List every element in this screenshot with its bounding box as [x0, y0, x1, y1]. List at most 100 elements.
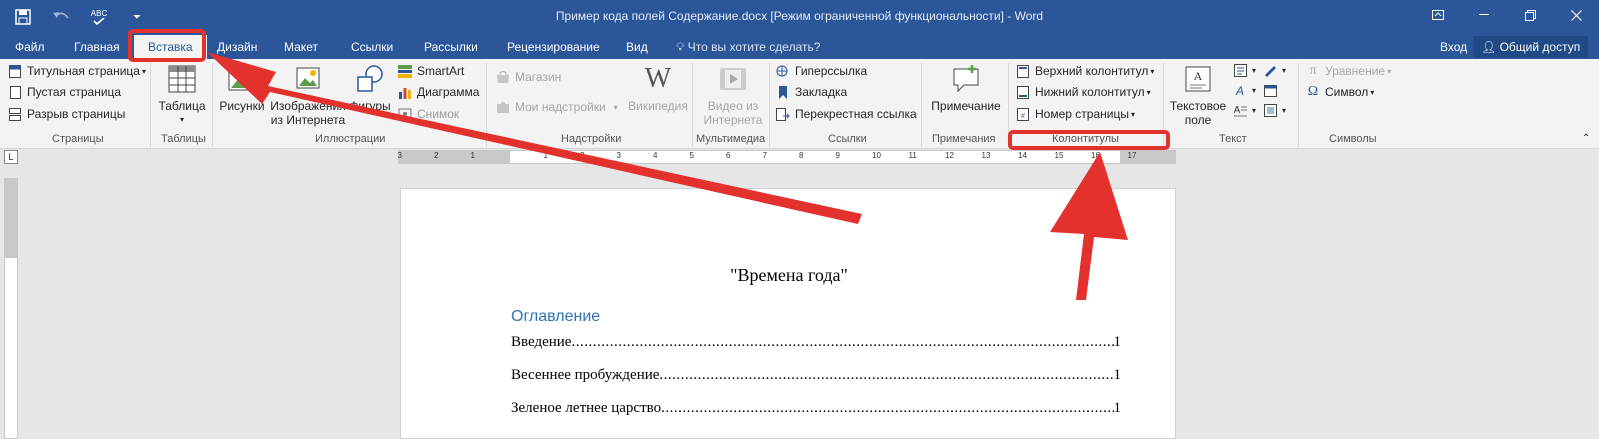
- cover-page-button[interactable]: Титульная страница ▾: [8, 64, 146, 78]
- bookmark-label: Закладка: [795, 85, 848, 99]
- footer-button[interactable]: Нижний колонтитул ▾: [1016, 85, 1151, 99]
- toc-entry[interactable]: Введение 1: [511, 334, 1121, 351]
- object-button[interactable]: ▾: [1263, 103, 1286, 117]
- footer-label: Нижний колонтитул: [1035, 85, 1145, 99]
- page-break-button[interactable]: Разрыв страницы: [8, 107, 125, 121]
- comment-button[interactable]: Примечание: [926, 63, 1006, 113]
- text-box-label-2: поле: [1184, 113, 1212, 127]
- tab-file[interactable]: Файл: [11, 37, 49, 59]
- document-page[interactable]: "Времена года" Оглавление Введение 1 Вес…: [400, 188, 1176, 439]
- shapes-button[interactable]: Фигуры: [346, 63, 394, 113]
- header-button[interactable]: Верхний колонтитул ▾: [1016, 64, 1154, 78]
- close-icon[interactable]: [1553, 0, 1599, 30]
- symbol-button[interactable]: Ω Символ ▾: [1306, 84, 1375, 99]
- group-separator: [150, 63, 151, 147]
- signature-line-button[interactable]: ▾: [1263, 63, 1286, 77]
- tab-design[interactable]: Дизайн: [213, 37, 261, 59]
- ruler-number: 8: [799, 151, 804, 160]
- store-button[interactable]: Магазин: [496, 70, 561, 84]
- online-video-button[interactable]: Видео из Интернета: [698, 63, 768, 127]
- sign-in-link[interactable]: Вход: [1440, 37, 1467, 57]
- share-button[interactable]: 👤︎ Общий доступ: [1473, 36, 1589, 58]
- pictures-button[interactable]: Рисунки: [216, 63, 268, 113]
- svg-text:A: A: [1194, 69, 1203, 83]
- cross-reference-button[interactable]: Перекрестная ссылка: [776, 107, 917, 121]
- minimize-icon[interactable]: [1461, 0, 1507, 30]
- tab-mailings[interactable]: Рассылки: [420, 37, 482, 59]
- ruler-number: 1: [543, 151, 548, 160]
- wordart-button[interactable]: A ▾: [1233, 83, 1256, 97]
- wikipedia-button[interactable]: W Википедия: [628, 63, 688, 113]
- object-icon: [1263, 103, 1277, 117]
- drop-cap-button[interactable]: A ▾: [1233, 103, 1256, 117]
- smartart-label: SmartArt: [417, 64, 465, 78]
- group-label-text: Текст: [1219, 133, 1247, 145]
- svg-text:A: A: [1234, 84, 1243, 97]
- tab-selector[interactable]: L: [4, 150, 18, 164]
- quick-parts-button[interactable]: ▾: [1233, 63, 1256, 77]
- online-pictures-label-1: Изображения: [270, 99, 346, 113]
- group-label-media: Мультимедиа: [696, 133, 766, 145]
- signature-line-icon: [1263, 63, 1277, 77]
- table-button[interactable]: Таблица ▾: [156, 63, 208, 127]
- ruler-number: 7: [762, 151, 767, 160]
- online-video-label-1: Видео из: [707, 99, 759, 113]
- chart-label: Диаграмма: [417, 85, 480, 99]
- tab-home[interactable]: Главная: [70, 37, 124, 59]
- lightbulb-icon: 💡︎: [676, 40, 685, 54]
- online-pictures-button[interactable]: Изображения из Интернета: [268, 63, 348, 127]
- bookmark-icon: [776, 85, 790, 99]
- toc-leader: [571, 334, 1113, 351]
- ribbon-display-options-icon[interactable]: [1415, 0, 1461, 30]
- toc-entry[interactable]: Весеннее пробуждение 1: [511, 367, 1121, 384]
- tab-layout[interactable]: Макет: [280, 37, 322, 59]
- my-addins-button[interactable]: Мои надстройки ▾: [496, 100, 618, 114]
- hyperlink-button[interactable]: Гиперссылка: [776, 64, 867, 78]
- ruler-number: 17: [1127, 151, 1137, 160]
- group-separator: [769, 63, 770, 147]
- text-box-button[interactable]: A Текстовое поле: [1166, 63, 1230, 127]
- store-label: Магазин: [515, 70, 562, 84]
- shapes-label: Фигуры: [349, 99, 391, 113]
- blank-page-label: Пустая страница: [27, 85, 122, 99]
- tab-view[interactable]: Вид: [622, 37, 652, 59]
- page-number-label: Номер страницы: [1035, 107, 1129, 121]
- toc-entry-page: 1: [1113, 334, 1122, 350]
- tell-me-box[interactable]: 💡︎ Что вы хотите сделать?: [676, 37, 820, 57]
- shapes-icon: [354, 63, 386, 95]
- blank-page-button[interactable]: Пустая страница: [8, 85, 121, 99]
- tab-review[interactable]: Рецензирование: [503, 37, 604, 59]
- tab-references[interactable]: Ссылки: [347, 37, 397, 59]
- bookmark-button[interactable]: Закладка: [776, 85, 847, 99]
- screenshot-button[interactable]: Снимок: [398, 107, 459, 121]
- group-label-symbols: Символы: [1329, 133, 1377, 145]
- svg-text:#: #: [1021, 113, 1025, 120]
- group-separator: [486, 63, 487, 147]
- group-label-illustrations: Иллюстрации: [315, 133, 386, 145]
- header-footer-highlight: [1008, 130, 1170, 150]
- smartart-button[interactable]: SmartArt: [398, 64, 464, 78]
- blank-page-icon: [8, 85, 22, 99]
- svg-text:A: A: [1234, 105, 1241, 116]
- equation-button[interactable]: π Уравнение ▾: [1306, 63, 1391, 78]
- comment-icon: [950, 63, 982, 95]
- restore-icon[interactable]: [1507, 0, 1553, 30]
- ruler-number: 1: [470, 151, 475, 160]
- group-separator: [692, 63, 693, 147]
- page-break-icon: [8, 107, 22, 121]
- text-box-label-1: Текстовое: [1169, 99, 1227, 113]
- chart-button[interactable]: Диаграмма: [398, 85, 479, 99]
- group-separator: [921, 63, 922, 147]
- collapse-ribbon-icon[interactable]: ⌃: [1582, 133, 1590, 144]
- ruler-number: 12: [945, 151, 954, 160]
- ruler-number: 14: [1018, 151, 1027, 160]
- toc-entry-text: Весеннее пробуждение: [511, 367, 660, 383]
- toc-entry[interactable]: Зеленое летнее царство 1: [511, 400, 1121, 417]
- hyperlink-icon: [776, 64, 790, 78]
- screenshot-label: Снимок: [417, 107, 460, 121]
- screenshot-icon: [398, 107, 412, 121]
- date-time-button[interactable]: [1263, 83, 1282, 97]
- page-number-button[interactable]: # Номер страницы ▾: [1016, 107, 1135, 121]
- group-label-comments: Примечания: [932, 133, 996, 145]
- online-video-icon: [717, 63, 749, 95]
